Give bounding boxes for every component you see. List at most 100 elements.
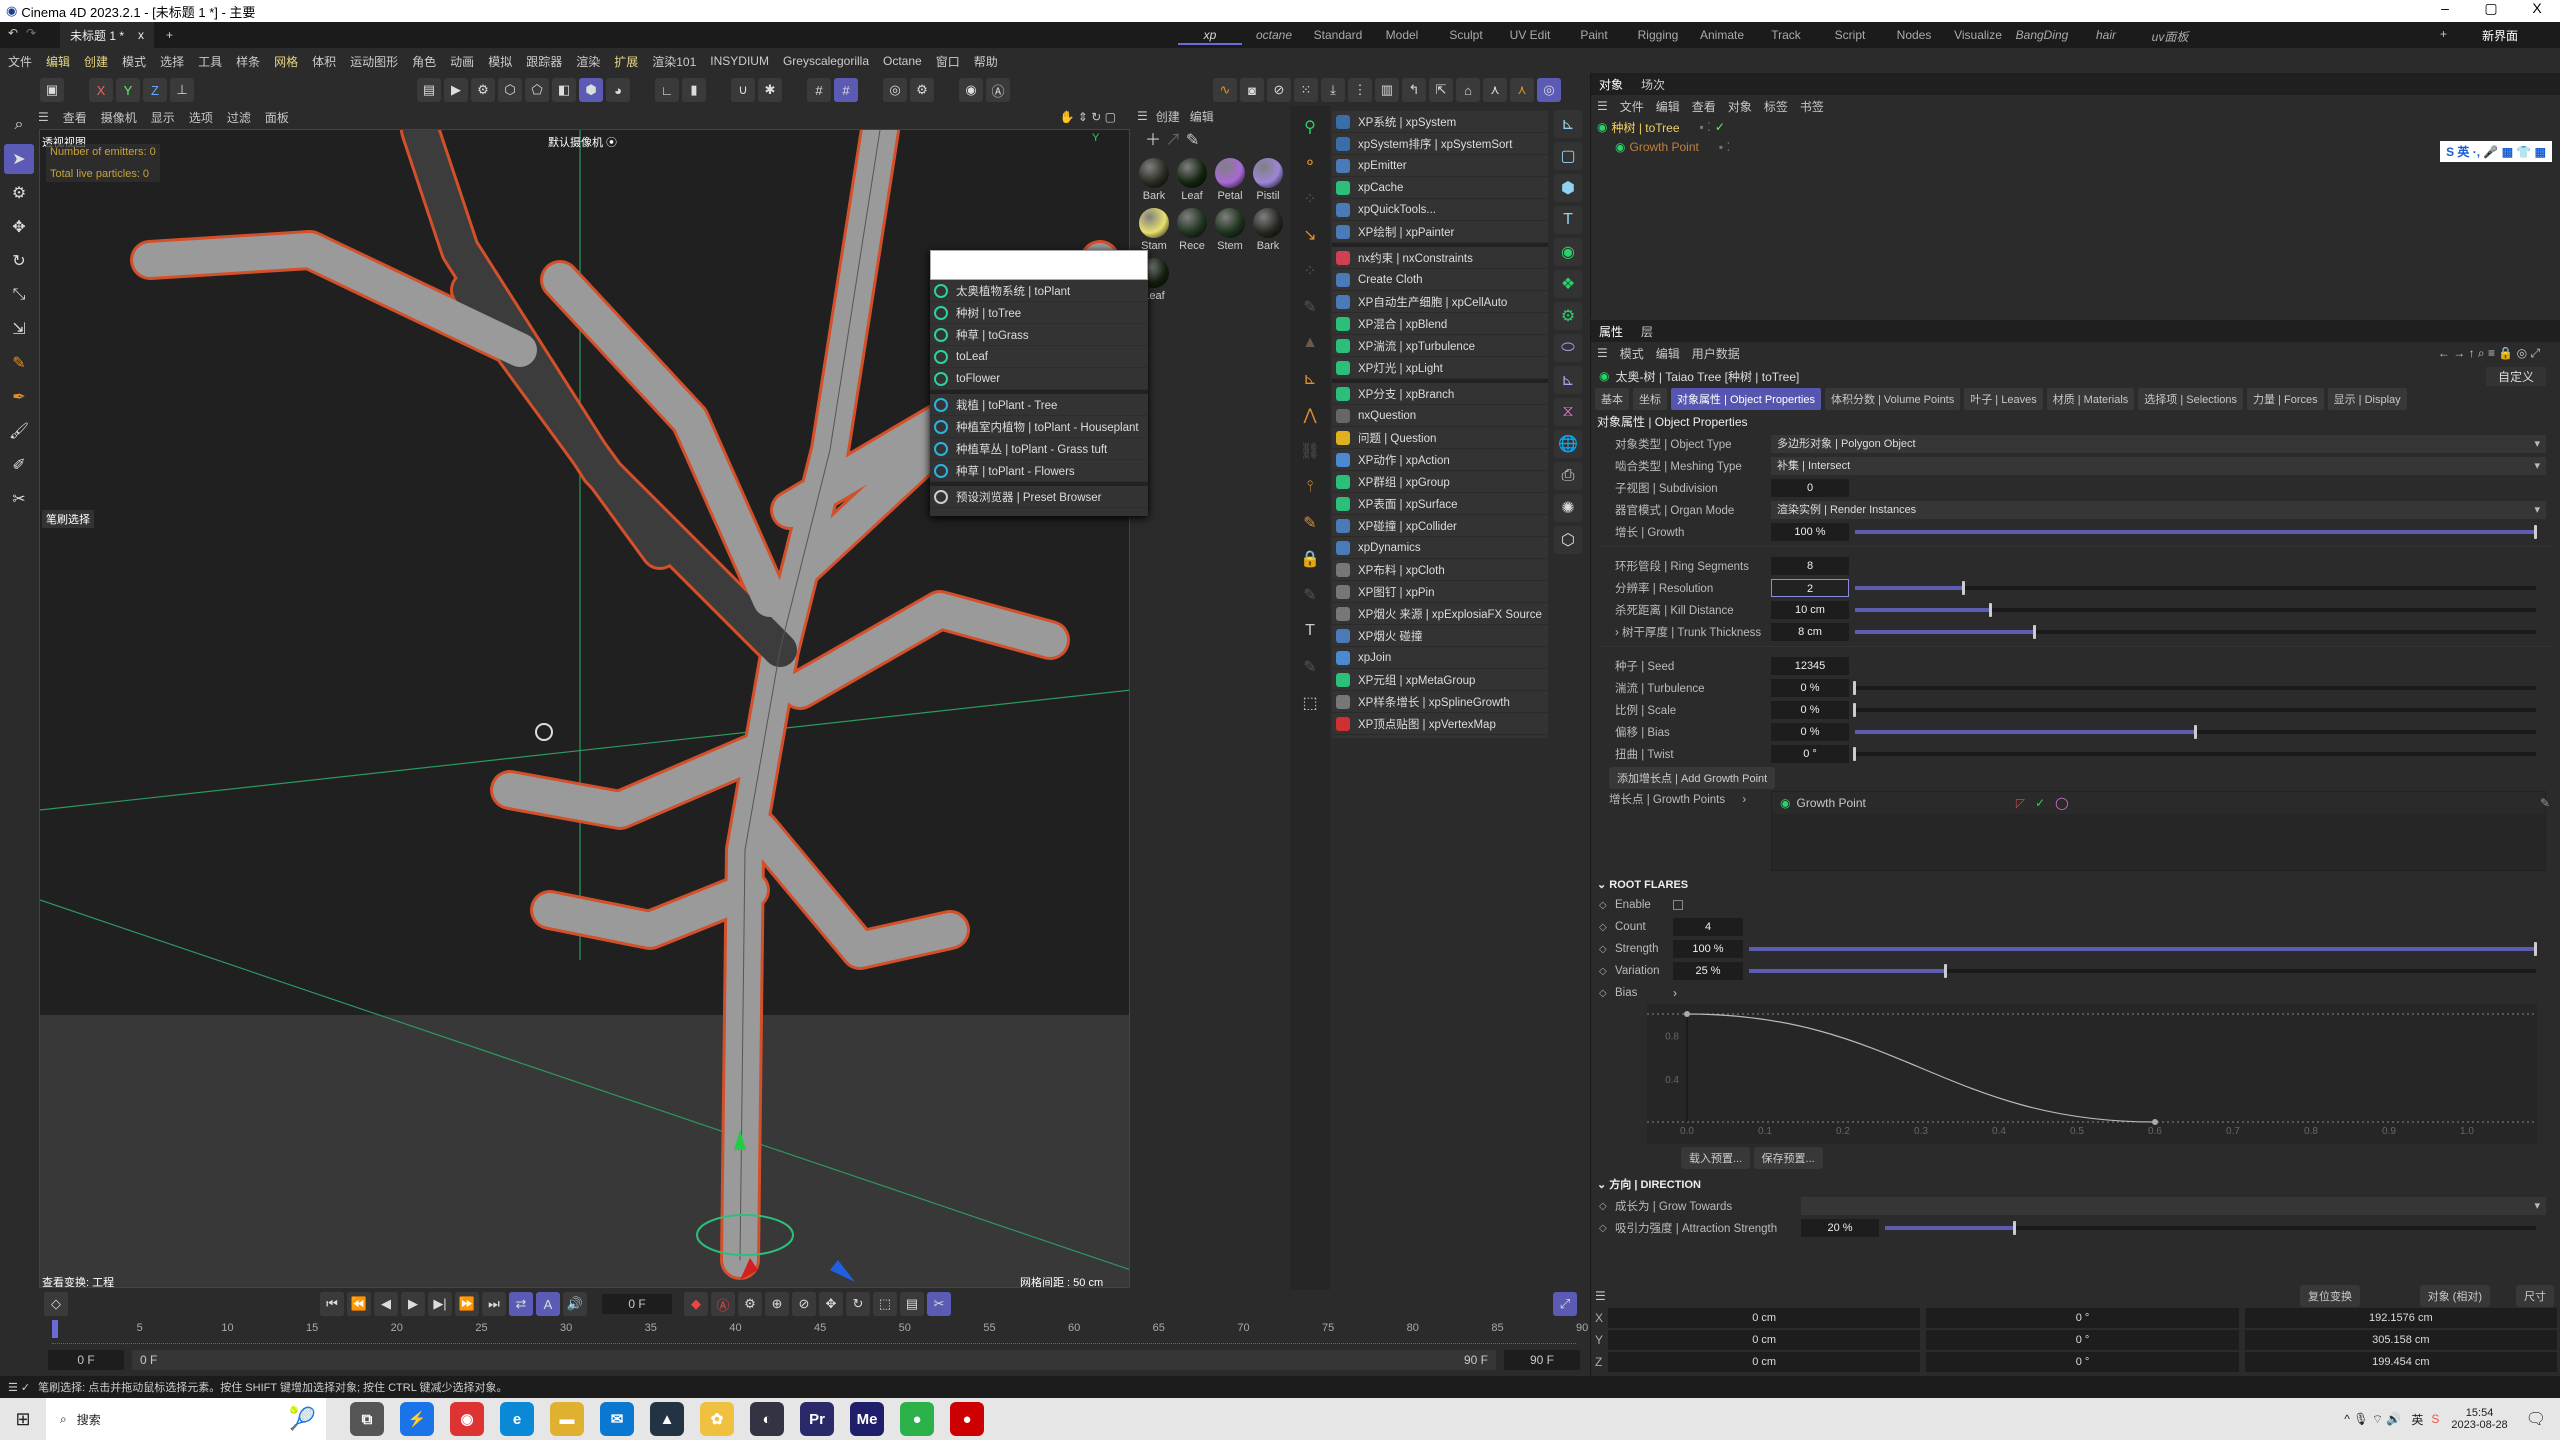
layout-tab[interactable]: Sculpt bbox=[1434, 28, 1498, 45]
xp-menu-item[interactable]: Create Cloth bbox=[1332, 269, 1548, 291]
taskbar-search[interactable]: ⌕ 搜索 🎾 bbox=[46, 1398, 326, 1440]
layout-tab[interactable]: UV Edit bbox=[1498, 28, 1562, 45]
xp-menu-item[interactable]: XP样条增长 | xpSplineGrowth bbox=[1332, 691, 1548, 713]
go-to-end-icon[interactable]: ⏭ bbox=[482, 1292, 506, 1316]
object-row-totree[interactable]: ◉ 种树 | toTree ▪ ⁚ ✓ bbox=[1591, 117, 2560, 137]
attribute-dropdown[interactable]: 多边形对象 | Polygon Object bbox=[1771, 435, 2546, 453]
slider-knob[interactable] bbox=[2193, 725, 2197, 739]
enabled-check-icon[interactable]: ✓ bbox=[1715, 120, 1725, 134]
save-preset-button[interactable]: 保存预置... bbox=[1753, 1147, 1823, 1169]
cube-icon[interactable]: ⬢ bbox=[1554, 174, 1582, 202]
expand-bias-icon[interactable]: › bbox=[1673, 986, 1677, 1000]
xp-menu-item[interactable]: XP表面 | xpSurface bbox=[1332, 493, 1548, 515]
undo-icon[interactable]: ↶ bbox=[8, 26, 18, 40]
plant-menu-item[interactable]: 栽植 | toPlant - Tree bbox=[930, 394, 1148, 416]
attribute-dropdown[interactable]: 渲染实例 | Render Instances bbox=[1771, 501, 2546, 519]
material-swatch[interactable]: Rece bbox=[1175, 208, 1209, 252]
xp-menu-item[interactable]: XP分支 | xpBranch bbox=[1332, 383, 1548, 405]
xp-menu-item[interactable]: xpCache bbox=[1332, 177, 1548, 199]
xp-menu-item[interactable]: XP布料 | xpCloth bbox=[1332, 559, 1548, 581]
spline-icon[interactable]: ∿ bbox=[1213, 78, 1237, 102]
grid-icon[interactable]: # bbox=[807, 78, 831, 102]
curve-point[interactable] bbox=[1684, 1011, 1690, 1017]
taskbar-app-app-dark[interactable]: ▲ bbox=[650, 1402, 684, 1436]
record-icon[interactable]: ◆ bbox=[684, 1292, 708, 1316]
taskbar-app-task-view[interactable]: ⧉ bbox=[350, 1402, 384, 1436]
xp-menu-item[interactable]: XP顶点贴图 | xpVertexMap bbox=[1332, 713, 1548, 735]
spline-pen-icon[interactable]: ✒ bbox=[4, 382, 34, 412]
attr-nav-icons[interactable]: ← → ↑ ⌕ ≡ 🔒 ◎ ⤢ bbox=[2438, 346, 2540, 361]
attribute-slider[interactable] bbox=[1853, 747, 2536, 761]
playback-mode-icon[interactable]: A bbox=[536, 1292, 560, 1316]
layout-tab[interactable]: Paint bbox=[1562, 28, 1626, 45]
timeline-ruler[interactable]: 051015202530354045505560657075808590 bbox=[52, 1318, 1588, 1344]
document-tab[interactable]: 未标题 1 * x bbox=[60, 22, 155, 48]
current-frame-field[interactable]: 0 F bbox=[602, 1294, 672, 1314]
scale-icon[interactable]: ⤡ bbox=[4, 280, 34, 310]
property-tab[interactable]: 叶子 | Leaves bbox=[1964, 388, 2043, 410]
attribute-field[interactable]: 8 cm bbox=[1771, 623, 1849, 641]
xp-menu-item[interactable]: XP灯光 | xpLight bbox=[1332, 357, 1548, 379]
viewport-menu-display[interactable]: 显示 bbox=[151, 109, 175, 126]
layout-tab[interactable]: uv面板 bbox=[2138, 28, 2202, 45]
menu-item[interactable]: 跟踪器 bbox=[526, 53, 562, 70]
attribute-field[interactable]: 8 bbox=[1771, 557, 1849, 575]
property-tab[interactable]: 体积分数 | Volume Points bbox=[1824, 388, 1961, 410]
tab-objects[interactable]: 对象 bbox=[1599, 76, 1623, 93]
notification-icon[interactable]: 🗨 bbox=[2526, 1409, 2546, 1429]
xp-menu-item[interactable]: XP绘制 | xpPainter bbox=[1332, 221, 1548, 243]
slider-knob[interactable] bbox=[1853, 703, 1856, 717]
add-growth-point-button[interactable]: 添加增长点 | Add Growth Point bbox=[1609, 767, 1776, 789]
xp-menu-item[interactable]: xpEmitter bbox=[1332, 155, 1548, 177]
bias-curve-graph[interactable]: 0.0 0.1 0.2 0.3 0.4 0.5 0.6 0.7 0.8 0.9 1.0 0.8 0.4 bbox=[1647, 1004, 2537, 1144]
grow-towards-field[interactable] bbox=[1801, 1197, 2546, 1215]
property-tab[interactable]: 显示 | Display bbox=[2327, 388, 2407, 410]
layout-tab[interactable]: Track bbox=[1754, 28, 1818, 45]
joint-icon[interactable]: ⋏ bbox=[1483, 78, 1507, 102]
taskbar-app-premiere[interactable]: Pr bbox=[800, 1402, 834, 1436]
z-axis-lock[interactable]: Z bbox=[143, 78, 167, 102]
variation-slider[interactable] bbox=[1749, 964, 2536, 978]
eyedropper-icon[interactable]: ✎ bbox=[1186, 132, 1199, 149]
keyframe-diamond-icon[interactable]: ◇ bbox=[1599, 944, 1611, 955]
start-frame-field[interactable]: 0 F bbox=[48, 1350, 124, 1370]
taskbar-app-app-blue[interactable]: ⚡ bbox=[400, 1402, 434, 1436]
tool-icon-1[interactable]: ⤓ bbox=[1321, 78, 1345, 102]
menu-item[interactable]: Octane bbox=[883, 54, 922, 68]
preset-dropdown[interactable]: 自定义 bbox=[2485, 366, 2546, 386]
maximize-button[interactable]: ▢ bbox=[2468, 0, 2514, 17]
key-pos-icon[interactable]: ⊕ bbox=[765, 1292, 789, 1316]
om-menu-item[interactable]: 书签 bbox=[1800, 98, 1824, 115]
attribute-field[interactable]: 0 % bbox=[1771, 679, 1849, 697]
next-frame-icon[interactable]: ▶| bbox=[428, 1292, 452, 1316]
ruler-icon[interactable]: ◸ bbox=[2016, 796, 2025, 810]
material-swatch[interactable]: Bark bbox=[1251, 208, 1285, 252]
rotation-field[interactable]: 0 ° bbox=[1926, 1308, 2239, 1328]
plant-menu-item[interactable]: 种植草丛 | toPlant - Grass tuft bbox=[930, 438, 1148, 460]
layout-tab[interactable]: xp bbox=[1178, 28, 1242, 45]
menu-item[interactable]: 创建 bbox=[84, 53, 108, 70]
attribute-slider[interactable] bbox=[1855, 603, 2536, 617]
attr-menu-item[interactable]: 用户数据 bbox=[1692, 345, 1740, 362]
attribute-field[interactable]: 10 cm bbox=[1771, 601, 1849, 619]
snap-settings-icon[interactable]: ✱ bbox=[758, 78, 782, 102]
generator-icon[interactable]: ◉ bbox=[1554, 238, 1582, 266]
xp-menu-item[interactable]: XP混合 | xpBlend bbox=[1332, 313, 1548, 335]
particles-icon[interactable]: ⁙ bbox=[1294, 78, 1318, 102]
visibility-icon[interactable]: ◯ bbox=[2055, 796, 2068, 810]
taskbar-app-wechat[interactable]: ● bbox=[900, 1402, 934, 1436]
timeline-graph-icon[interactable]: ⤢ bbox=[1553, 1292, 1577, 1316]
x-axis-lock[interactable]: X bbox=[89, 78, 113, 102]
attribute-field[interactable]: 0 bbox=[1771, 479, 1849, 497]
property-tab[interactable]: 基本 bbox=[1595, 388, 1629, 410]
ime-indicator[interactable]: 英 bbox=[2411, 1411, 2423, 1428]
null-object-icon[interactable]: ⊾ bbox=[1554, 110, 1582, 138]
size-mode-dropdown[interactable]: 尺寸 bbox=[2516, 1285, 2554, 1307]
material-swatch[interactable]: Stem bbox=[1213, 208, 1247, 252]
edit-pen-icon[interactable]: ✎ bbox=[2540, 796, 2550, 810]
xp-menu-item[interactable]: XP系统 | xpSystem bbox=[1332, 111, 1548, 133]
text-tool-icon[interactable]: T bbox=[1295, 616, 1325, 646]
slider-knob[interactable] bbox=[1853, 747, 1856, 761]
attraction-strength-field[interactable]: 20 % bbox=[1801, 1219, 1879, 1237]
plant-menu-item[interactable]: 种树 | toTree bbox=[930, 302, 1148, 324]
